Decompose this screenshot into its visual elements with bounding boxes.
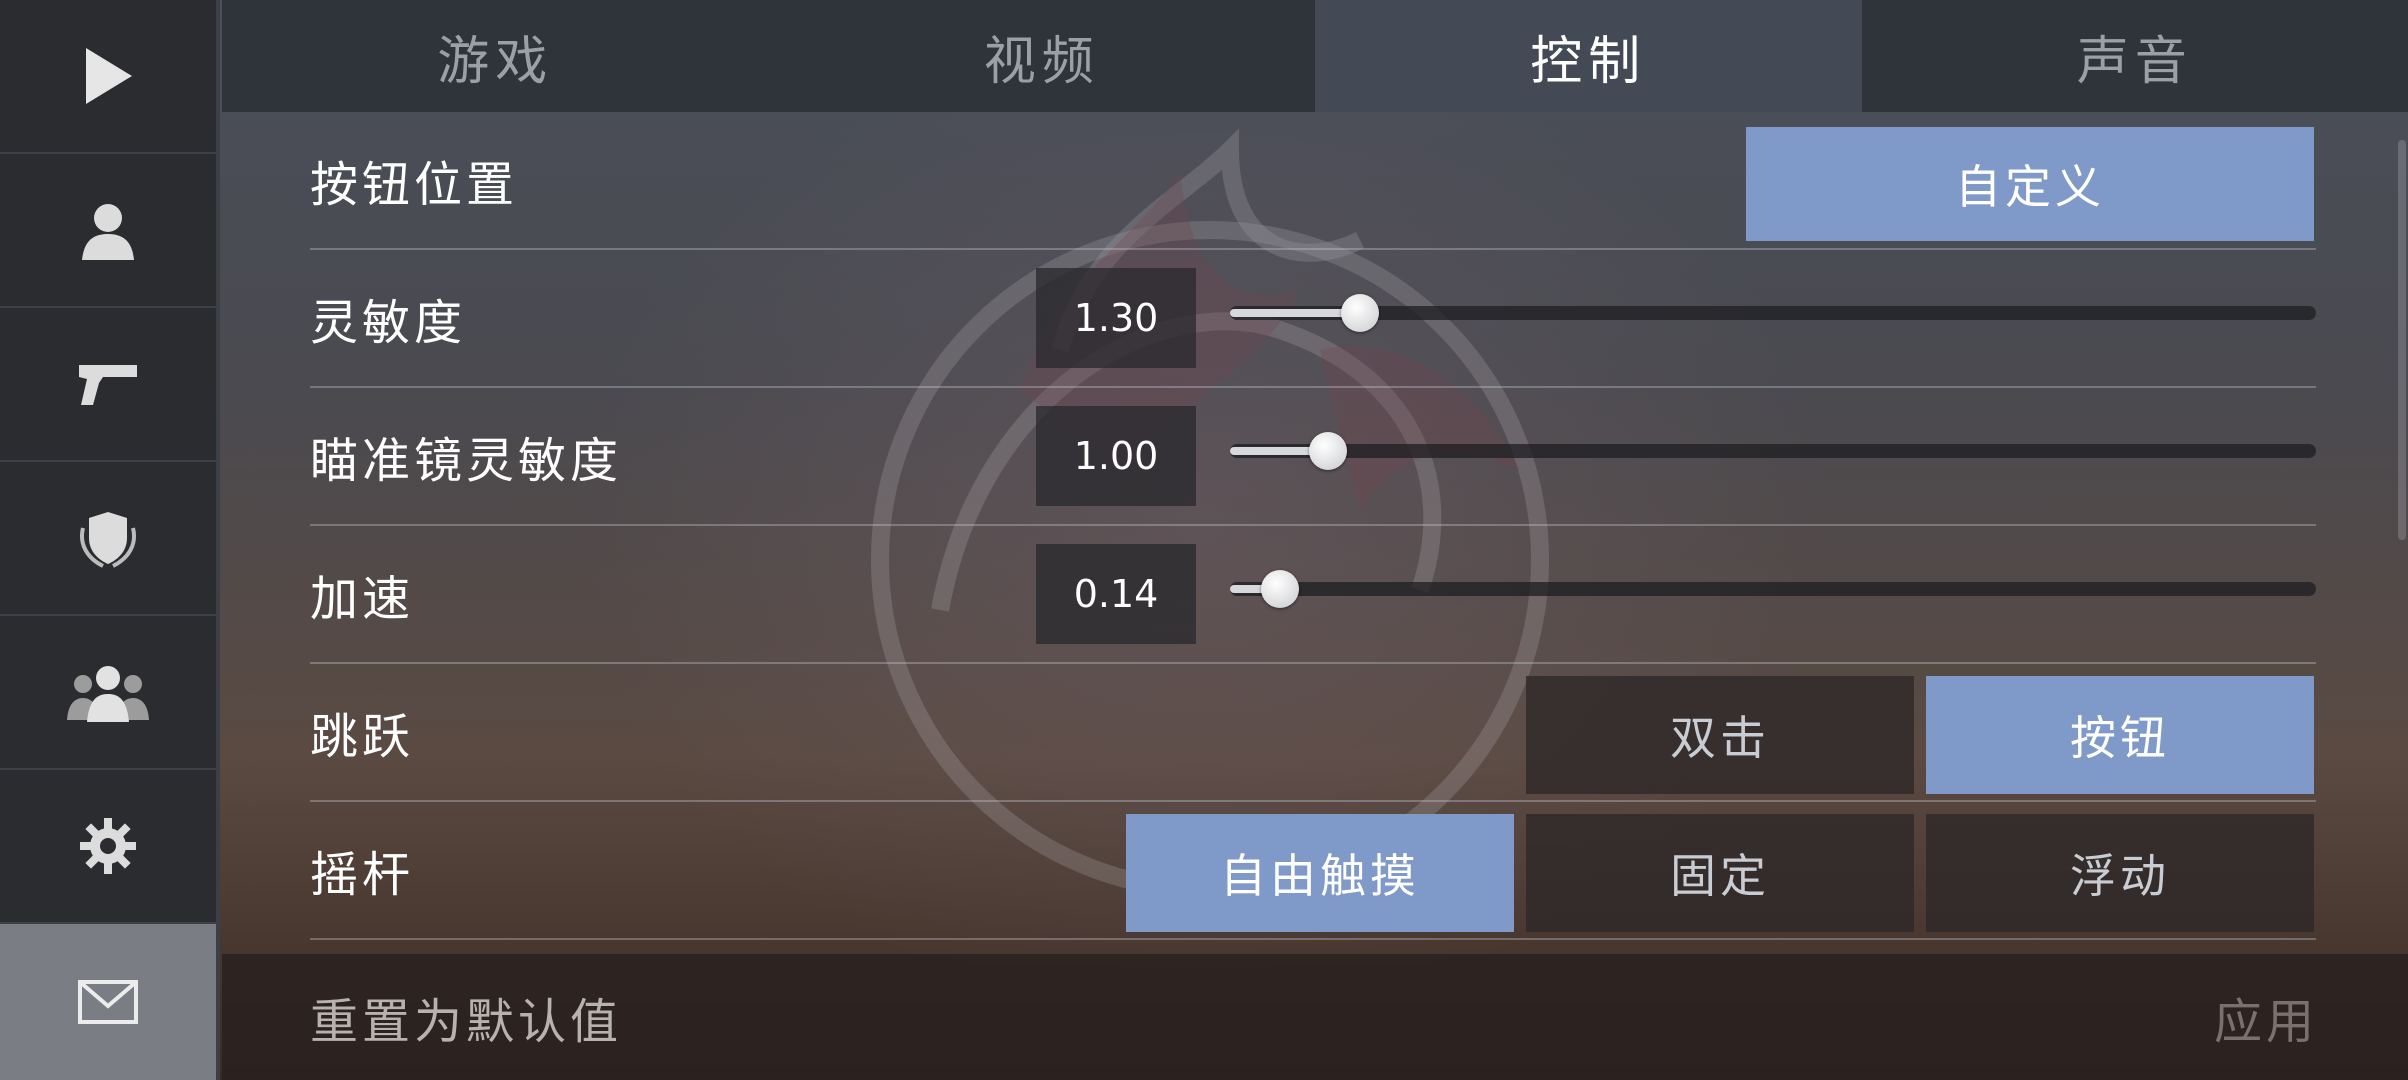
scope-sensitivity-slider-handle[interactable] — [1308, 432, 1347, 470]
customize-button[interactable]: 自定义 — [1746, 127, 2314, 241]
tab-bar: 游戏 视频 控制 声音 — [222, 0, 2408, 112]
shield-laurel-icon — [80, 512, 136, 568]
setting-row-jump: 跳跃 双击 按钮 — [310, 664, 2316, 802]
acceleration-slider-handle[interactable] — [1260, 570, 1299, 608]
acceleration-label: 加速 — [310, 571, 415, 627]
joystick-floating-option[interactable]: 浮动 — [1926, 814, 2314, 932]
sensitivity-label: 灵敏度 — [310, 295, 467, 351]
play-icon — [86, 48, 132, 104]
sidebar-item-profile[interactable] — [0, 154, 216, 308]
sidebar-item-friends[interactable] — [0, 616, 216, 770]
joystick-label: 摇杆 — [310, 847, 415, 903]
jump-double-tap-option[interactable]: 双击 — [1526, 676, 1914, 794]
profile-icon — [82, 204, 134, 260]
tab-sound[interactable]: 声音 — [1861, 0, 2408, 112]
sensitivity-slider[interactable] — [1230, 294, 2316, 332]
friends-icon — [67, 666, 149, 722]
acceleration-value[interactable]: 0.14 — [1036, 544, 1196, 644]
scope-sensitivity-slider[interactable] — [1230, 432, 2316, 470]
gear-icon — [80, 818, 136, 874]
sensitivity-slider-handle[interactable] — [1341, 294, 1380, 332]
sidebar-item-rank[interactable] — [0, 462, 216, 616]
tab-video[interactable]: 视频 — [768, 0, 1315, 112]
apply-button[interactable]: 应用 — [2214, 954, 2318, 1080]
button-position-label: 按钮位置 — [310, 157, 519, 213]
sidebar — [0, 0, 220, 1080]
mail-icon — [78, 980, 138, 1024]
setting-row-acceleration: 加速 0.14 — [310, 526, 2316, 664]
pistol-icon — [79, 365, 137, 405]
setting-row-scope-sensitivity: 瞄准镜灵敏度 1.00 — [310, 388, 2316, 526]
scope-sensitivity-value[interactable]: 1.00 — [1036, 406, 1196, 506]
tab-controls[interactable]: 控制 — [1315, 0, 1862, 112]
settings-screen: 游戏 视频 控制 声音 按钮位置 自定义 灵敏度 1.30 瞄准镜灵敏度 1.0… — [0, 0, 2408, 1080]
sidebar-item-mail[interactable] — [0, 924, 216, 1080]
settings-scrollbar[interactable] — [2398, 140, 2406, 540]
footer-bar: 重置为默认值 应用 — [222, 954, 2408, 1080]
reset-defaults-button[interactable]: 重置为默认值 — [310, 954, 622, 1080]
sensitivity-value[interactable]: 1.30 — [1036, 268, 1196, 368]
scope-sensitivity-label: 瞄准镜灵敏度 — [310, 433, 623, 489]
sidebar-item-play[interactable] — [0, 0, 216, 154]
acceleration-slider[interactable] — [1230, 570, 2316, 608]
setting-row-button-position: 按钮位置 自定义 — [310, 112, 2316, 250]
sidebar-item-weapons[interactable] — [0, 308, 216, 462]
joystick-free-touch-option[interactable]: 自由触摸 — [1126, 814, 1514, 932]
jump-button-option[interactable]: 按钮 — [1926, 676, 2314, 794]
setting-row-joystick: 摇杆 自由触摸 固定 浮动 — [310, 802, 2316, 940]
sidebar-item-settings[interactable] — [0, 770, 216, 924]
setting-row-sensitivity: 灵敏度 1.30 — [310, 250, 2316, 388]
joystick-fixed-option[interactable]: 固定 — [1526, 814, 1914, 932]
tab-game[interactable]: 游戏 — [222, 0, 769, 112]
jump-label: 跳跃 — [310, 709, 415, 765]
